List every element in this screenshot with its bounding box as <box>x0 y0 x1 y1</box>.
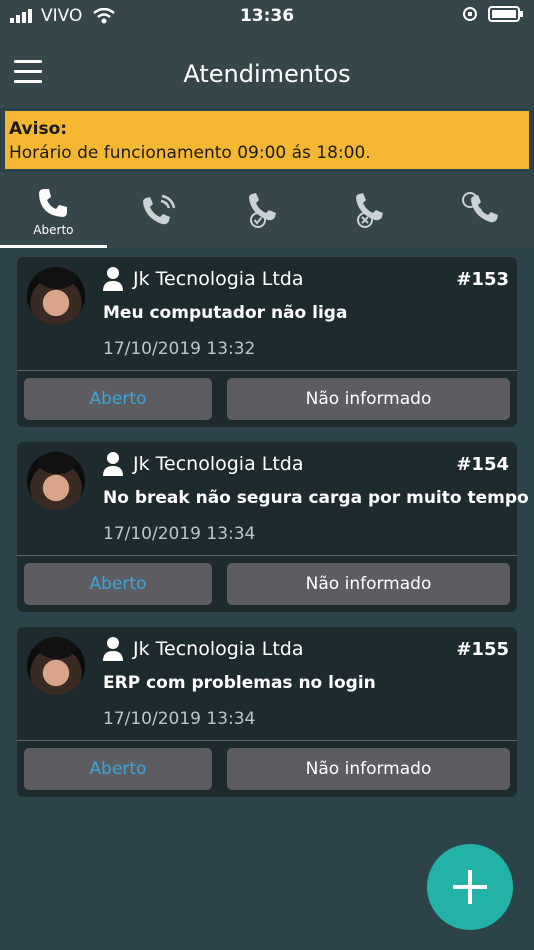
status-button[interactable]: Aberto <box>24 563 212 605</box>
notice-title: Aviso: <box>9 119 68 139</box>
ticket-card[interactable]: Jk Tecnologia Ltda #154 No break não seg… <box>17 442 529 612</box>
ticket-number: #155 <box>456 639 509 660</box>
client-name: Jk Tecnologia Ltda <box>133 638 304 660</box>
ticket-date: 17/10/2019 13:34 <box>103 524 256 544</box>
priority-button[interactable]: Não informado <box>227 378 510 420</box>
orientation-lock-icon <box>463 7 477 21</box>
client-row: Jk Tecnologia Ltda <box>103 267 304 291</box>
card-divider <box>17 555 517 556</box>
phone-ringing-icon <box>143 194 176 225</box>
user-icon <box>103 452 123 476</box>
app-header: Atendimentos <box>0 34 534 108</box>
user-icon <box>103 637 123 661</box>
client-row: Jk Tecnologia Ltda <box>103 452 304 476</box>
ticket-subject: ERP com problemas no login <box>103 673 376 693</box>
ticket-card[interactable]: Jk Tecnologia Ltda #155 ERP com problema… <box>17 627 517 797</box>
add-ticket-button[interactable] <box>427 844 513 930</box>
ticket-date: 17/10/2019 13:34 <box>103 709 256 729</box>
status-button[interactable]: Aberto <box>24 378 212 420</box>
avatar <box>27 637 85 695</box>
tab-aberto[interactable]: Aberto <box>0 172 107 248</box>
avatar <box>27 452 85 510</box>
phone-icon <box>39 189 68 217</box>
ticket-date: 17/10/2019 13:32 <box>103 339 256 359</box>
status-tabs: Aberto <box>0 172 534 248</box>
tab-in-progress[interactable] <box>107 172 214 248</box>
status-time: 13:36 <box>239 6 295 26</box>
client-name: Jk Tecnologia Ltda <box>133 268 304 290</box>
client-name: Jk Tecnologia Ltda <box>133 453 304 475</box>
battery-icon <box>488 6 523 22</box>
status-bar: VIVO 13:36 <box>0 0 534 34</box>
tab-search[interactable] <box>427 172 534 248</box>
plus-icon <box>453 870 487 904</box>
notice-banner: Aviso: Horário de funcionamento 09:00 ás… <box>5 111 529 169</box>
phone-check-icon <box>248 193 276 228</box>
status-button[interactable]: Aberto <box>24 748 212 790</box>
page-title: Atendimentos <box>183 60 351 88</box>
card-divider <box>17 740 517 741</box>
priority-button[interactable]: Não informado <box>227 748 510 790</box>
tab-cancelled[interactable] <box>320 172 427 248</box>
priority-button[interactable]: Não informado <box>227 563 510 605</box>
notice-text: Horário de funcionamento 09:00 ás 18:00. <box>9 143 371 163</box>
ticket-number: #154 <box>456 454 509 475</box>
card-divider <box>17 370 517 371</box>
ticket-subject: Meu computador não liga <box>103 303 348 323</box>
ticket-subject: No break não segura carga por muito temp… <box>103 488 529 508</box>
phone-search-icon <box>461 192 498 223</box>
phone-cancel-icon <box>355 193 383 228</box>
tab-label: Aberto <box>33 223 74 237</box>
tab-completed[interactable] <box>214 172 321 248</box>
ticket-card[interactable]: Jk Tecnologia Ltda #153 Meu computador n… <box>17 257 517 427</box>
status-right <box>462 6 524 22</box>
ticket-number: #153 <box>456 269 509 290</box>
avatar <box>27 267 85 325</box>
client-row: Jk Tecnologia Ltda <box>103 637 304 661</box>
user-icon <box>103 267 123 291</box>
